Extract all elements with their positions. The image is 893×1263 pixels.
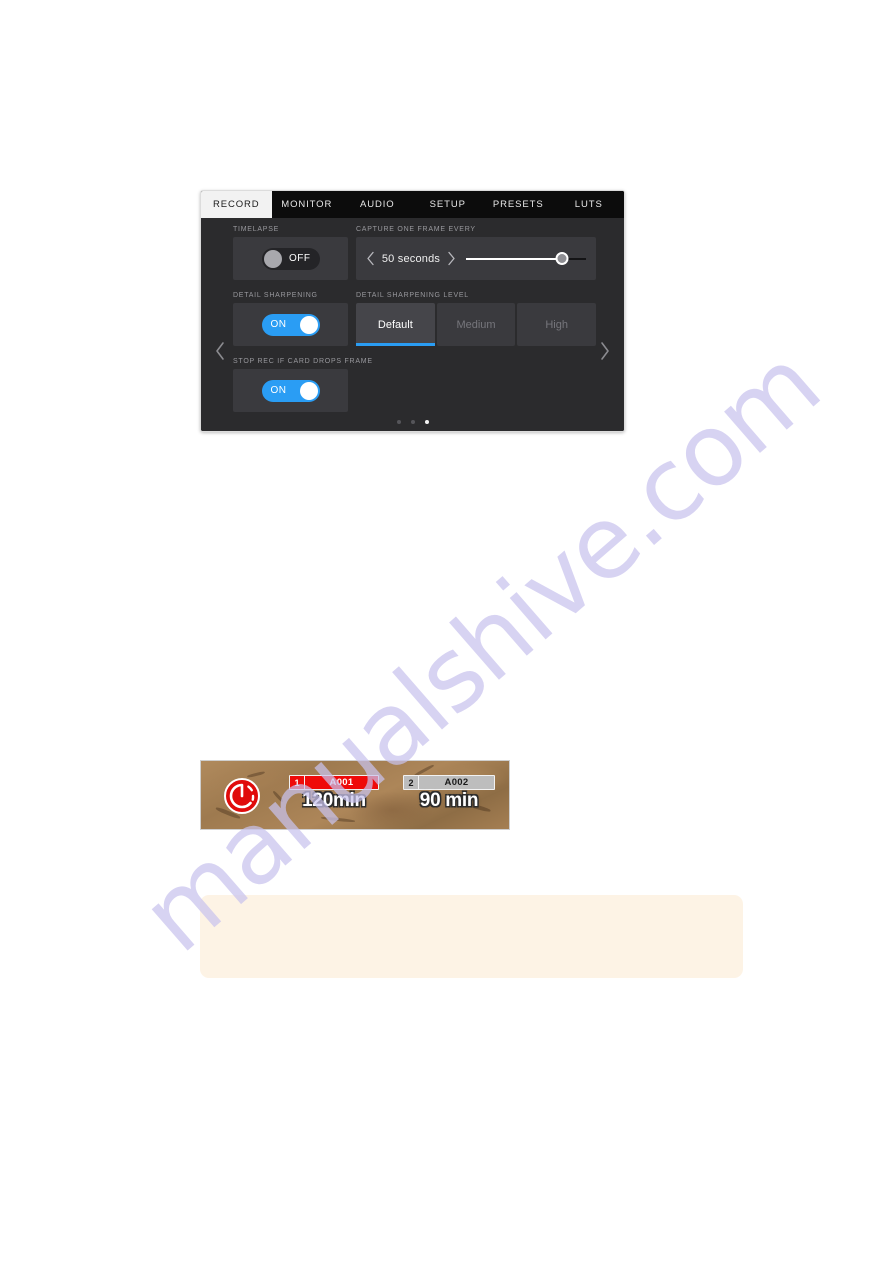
tab-monitor[interactable]: MONITOR [271,191,342,218]
toggle-knob [299,381,318,400]
detail-sharpening-toggle-label: ON [270,318,287,330]
chevron-right-icon[interactable] [594,336,616,366]
card-1-name: A001 [329,777,354,788]
segment-medium[interactable]: Medium [436,303,516,346]
field-capture-one-frame-every-label: CAPTURE ONE FRAME EVERY [356,226,476,233]
detail-sharpening-toggle[interactable]: ON [233,303,348,346]
timelapse-toggle-switch[interactable]: OFF [261,247,320,270]
stop-rec-toggle[interactable]: ON [233,369,348,412]
card-1-badge: 1 A001 [289,775,379,790]
card-2-remaining-time: 90 min [419,790,479,811]
capture-interval-value: 50 seconds [381,252,441,265]
field-stop-rec-if-card-drops-frame: STOP REC IF CARD DROPS FRAME ON [233,358,373,412]
capture-interval-slider[interactable] [466,252,586,266]
tab-luts-label: LUTS [574,199,603,210]
slider-filled-track [466,257,562,260]
toggle-knob [263,249,282,268]
stop-rec-toggle-switch[interactable]: ON [261,379,320,402]
chevron-left-icon[interactable] [366,251,375,266]
field-timelapse-label: TIMELAPSE [233,226,280,233]
tab-record[interactable]: RECORD [201,191,272,218]
card-slot-2: 2 A002 90 min [403,775,495,811]
camera-settings-panel: RECORD MONITOR AUDIO SETUP PRESETS LUTS [200,190,625,432]
card-2-badge: 2 A002 [403,775,495,790]
storage-record-indicator: 1 A001 120min 2 A002 90 min [200,760,510,830]
timelapse-toggle[interactable]: OFF [233,237,348,280]
segment-default-label: Default [377,318,413,331]
tab-setup-label: SETUP [429,199,466,210]
stop-rec-toggle-label: ON [270,384,287,396]
field-detail-sharpening-level: DETAIL SHARPENING LEVEL Default Medium H… [356,292,597,346]
segment-high[interactable]: High [517,303,597,346]
chevron-left-icon[interactable] [209,336,231,366]
tab-record-label: RECORD [212,199,260,210]
segment-medium-label: Medium [456,318,496,331]
settings-fields-grid: TIMELAPSE OFF CAPTURE ONE FRAME EVERY 50… [233,218,597,431]
tab-audio[interactable]: AUDIO [342,191,413,218]
tab-presets-label: PRESETS [492,199,544,210]
capture-interval-stepper[interactable]: 50 seconds [366,251,456,266]
rock-texture-speck [320,816,356,823]
field-detail-sharpening-label: DETAIL SHARPENING [233,292,318,299]
tab-presets[interactable]: PRESETS [483,191,554,218]
note-callout [200,895,743,978]
segment-high-label: High [545,318,568,331]
chevron-right-icon[interactable] [447,251,456,266]
card-1-number: 1 [290,776,305,789]
field-detail-sharpening: DETAIL SHARPENING ON [233,292,348,346]
tab-luts[interactable]: LUTS [553,191,624,218]
segment-default[interactable]: Default [356,303,435,346]
field-stop-rec-label: STOP REC IF CARD DROPS FRAME [233,358,373,365]
detail-sharpening-toggle-switch[interactable]: ON [261,313,320,336]
page-dot-1[interactable] [396,420,401,424]
slider-thumb[interactable] [555,252,569,265]
page-dot-3[interactable] [424,420,429,424]
rock-texture-speck [272,790,284,803]
field-capture-one-frame-every: CAPTURE ONE FRAME EVERY 50 seconds [356,226,596,280]
timelapse-record-icon [223,777,261,815]
page-dots [201,420,624,424]
field-detail-sharpening-level-label: DETAIL SHARPENING LEVEL [356,292,469,299]
detail-sharpening-level-segmented: Default Medium High [356,303,597,346]
card-slot-1: 1 A001 120min [289,775,379,811]
capture-interval-control[interactable]: 50 seconds [356,237,596,280]
card-2-name: A002 [444,777,469,788]
timelapse-toggle-label: OFF [289,252,311,264]
tab-audio-label: AUDIO [359,199,395,210]
page-dot-2[interactable] [410,420,415,424]
card-1-remaining-time: 120min [302,790,366,811]
field-timelapse: TIMELAPSE OFF [233,226,348,280]
settings-panel-body: TIMELAPSE OFF CAPTURE ONE FRAME EVERY 50… [201,218,624,431]
toggle-knob [299,315,318,334]
tab-monitor-label: MONITOR [281,199,333,210]
settings-tabbar: RECORD MONITOR AUDIO SETUP PRESETS LUTS [201,191,624,218]
tab-setup[interactable]: SETUP [412,191,483,218]
card-2-number: 2 [404,776,419,789]
page-root: manualshive.com RECORD MONITOR AUDIO SET… [0,0,893,1263]
